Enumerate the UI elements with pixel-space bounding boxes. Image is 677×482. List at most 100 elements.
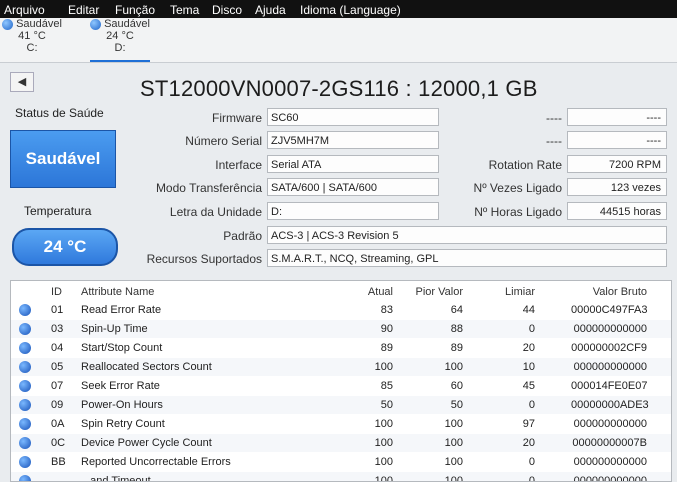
table-header: ID Attribute Name Atual Pior Valor Limia… — [11, 283, 671, 301]
smart-attributes-table[interactable]: ID Attribute Name Atual Pior Valor Limia… — [10, 280, 672, 482]
status-dot-icon — [19, 475, 31, 481]
health-status-button[interactable]: Saudável — [10, 130, 116, 188]
cell-current: 50 — [380, 399, 393, 411]
cell-current: 100 — [374, 475, 393, 482]
cell-threshold: 44 — [522, 304, 535, 316]
cell-worst: 88 — [450, 323, 463, 335]
col-threshold[interactable]: Limiar — [491, 286, 535, 298]
menu-tema[interactable]: Tema — [170, 3, 199, 17]
features-value: S.M.A.R.T., NCQ, Streaming, GPL — [267, 249, 667, 267]
cell-raw-value: 000014FE0E07 — [571, 380, 648, 392]
serial-label: Número Serial — [185, 134, 262, 148]
col-id[interactable]: ID — [51, 286, 62, 298]
cell-id: 01 — [51, 304, 64, 316]
cell-threshold: 0 — [528, 475, 535, 482]
cell-worst: 50 — [450, 399, 463, 411]
cell-worst: 100 — [444, 418, 463, 430]
cell-attribute-name: Spin Retry Count — [81, 418, 165, 430]
cell-id: 04 — [51, 342, 64, 354]
cell-raw-value: 00000000ADE3 — [571, 399, 649, 411]
table-row[interactable]: 0C Device Power Cycle Count 100 100 20 000000… — [11, 434, 671, 452]
col-raw-value[interactable]: Valor Bruto — [571, 286, 647, 298]
cell-threshold: 0 — [528, 456, 535, 468]
temperature-label: Temperatura — [24, 204, 92, 218]
power-on-count-label: Nº Vezes Ligado — [473, 181, 562, 195]
unknown-label-2: ---- — [546, 134, 562, 148]
cell-current: 100 — [374, 456, 393, 468]
status-dot-icon — [19, 304, 31, 316]
firmware-label: Firmware — [212, 111, 262, 125]
drive-temp: 41 °C — [18, 30, 46, 42]
cell-attribute-name: Seek Error Rate — [81, 380, 160, 392]
drive-tab-c[interactable]: Saudável 41 °C C: — [2, 18, 62, 54]
arrow-left-icon: ◀ — [17, 76, 27, 88]
table-row[interactable]: ...and Timeout 100 100 0 000000000000 — [11, 472, 671, 482]
cell-raw-value: 000000000000 — [573, 418, 647, 430]
cell-attribute-name: Power-On Hours — [81, 399, 163, 411]
col-current[interactable]: Atual — [351, 286, 393, 298]
cell-threshold: 97 — [522, 418, 535, 430]
cell-worst: 100 — [444, 361, 463, 373]
table-row[interactable]: 01 Read Error Rate 83 64 44 00000C497FA3 — [11, 301, 671, 319]
table-row[interactable]: 07 Seek Error Rate 85 60 45 000014FE0E07 — [11, 377, 671, 395]
drive-tabs: Saudável 41 °C C: Saudável 24 °C D: — [0, 18, 677, 63]
cell-attribute-name: Reallocated Sectors Count — [81, 361, 212, 373]
cell-id: 05 — [51, 361, 64, 373]
disk-title: ST12000VN0007-2GS116 : 12000,1 GB — [140, 76, 538, 101]
rotation-rate-label: Rotation Rate — [488, 158, 562, 172]
unknown-label-1: ---- — [546, 111, 562, 125]
cell-attribute-name: Reported Uncorrectable Errors — [81, 456, 231, 468]
menu-ajuda[interactable]: Ajuda — [255, 3, 286, 17]
status-dot-icon — [19, 399, 31, 411]
table-row[interactable]: BB Reported Uncorrectable Errors 100 100 0 00… — [11, 453, 671, 471]
status-dot-icon — [19, 323, 31, 335]
menu-funcao[interactable]: Função — [115, 3, 155, 17]
cell-attribute-name: Start/Stop Count — [81, 342, 163, 354]
cell-worst: 100 — [444, 456, 463, 468]
drive-letter: C: — [26, 42, 38, 54]
table-row[interactable]: 0A Spin Retry Count 100 100 97 000000000000 — [11, 415, 671, 433]
cell-worst: 100 — [444, 437, 463, 449]
cell-raw-value: 000000002CF9 — [571, 342, 647, 354]
unknown-value-2: ---- — [567, 131, 667, 149]
menu-editar[interactable]: Editar — [68, 3, 99, 17]
cell-attribute-name: Read Error Rate — [81, 304, 162, 316]
features-label: Recursos Suportados — [146, 252, 262, 266]
status-dot-icon — [19, 380, 31, 392]
drive-temp: 24 °C — [106, 30, 134, 42]
table-row[interactable]: 03 Spin-Up Time 90 88 0 000000000000 — [11, 320, 671, 338]
cell-id: 09 — [51, 399, 64, 411]
cell-raw-value: 000000000000 — [573, 475, 647, 482]
previous-disk-button[interactable]: ◀ — [10, 72, 34, 92]
table-row[interactable]: 04 Start/Stop Count 89 89 20 000000002CF9 — [11, 339, 671, 357]
status-dot-icon — [19, 456, 31, 468]
col-worst[interactable]: Pior Valor — [401, 286, 463, 298]
cell-threshold: 45 — [522, 380, 535, 392]
cell-id: 0A — [51, 418, 65, 430]
menu-arquivo[interactable]: Arquivo — [4, 3, 45, 17]
menu-bar: Arquivo Editar Função Tema Disco Ajuda I… — [0, 0, 677, 18]
cell-worst: 89 — [450, 342, 463, 354]
unknown-value-1: ---- — [567, 108, 667, 126]
temperature-button[interactable]: 24 °C — [12, 228, 118, 266]
menu-idioma[interactable]: Idioma (Language) — [300, 3, 401, 17]
interface-value: Serial ATA — [267, 155, 439, 173]
firmware-value: SC60 — [267, 108, 439, 126]
status-dot-icon — [2, 19, 13, 30]
drive-letter: D: — [114, 42, 126, 54]
cell-id: 03 — [51, 323, 64, 335]
cell-current: 83 — [380, 304, 393, 316]
cell-worst: 100 — [444, 475, 463, 482]
menu-disco[interactable]: Disco — [212, 3, 242, 17]
drive-tab-d[interactable]: Saudável 24 °C D: — [90, 18, 150, 62]
transfer-mode-value: SATA/600 | SATA/600 — [267, 178, 439, 196]
table-row[interactable]: 09 Power-On Hours 50 50 0 00000000ADE3 — [11, 396, 671, 414]
transfer-mode-label: Modo Transferência — [155, 181, 262, 195]
cell-threshold: 0 — [528, 399, 535, 411]
power-on-count-value: 123 vezes — [567, 178, 667, 196]
cell-id: 07 — [51, 380, 64, 392]
table-row[interactable]: 05 Reallocated Sectors Count 100 100 10 00000… — [11, 358, 671, 376]
cell-raw-value: 000000000000 — [573, 456, 647, 468]
cell-worst: 64 — [450, 304, 463, 316]
col-attribute-name[interactable]: Attribute Name — [81, 286, 154, 298]
